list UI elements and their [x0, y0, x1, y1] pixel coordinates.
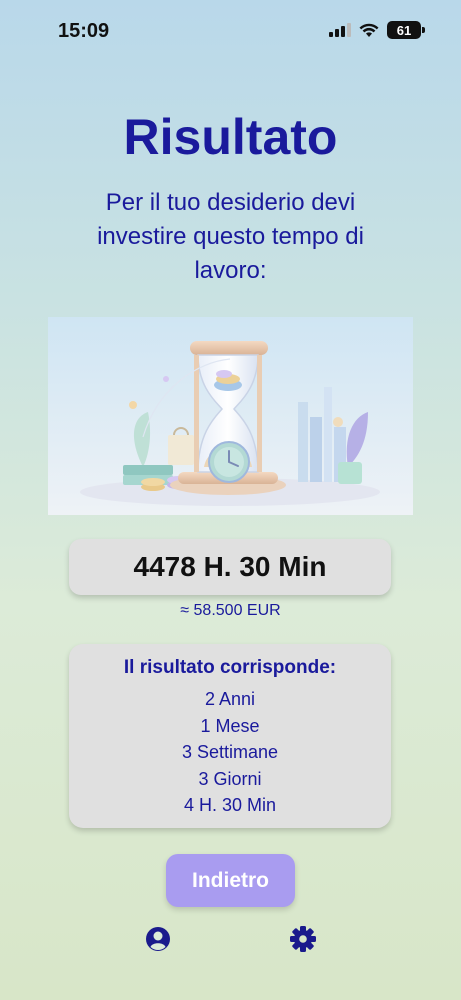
battery-level: 61	[396, 22, 412, 38]
status-time: 15:09	[58, 20, 110, 42]
breakdown-weeks: 3 Settimane	[181, 742, 279, 762]
breakdown-years: 2 Anni	[204, 689, 256, 709]
breakdown-title: Il risultato corrisponde:	[123, 657, 337, 678]
breakdown-card: Il risultato corrisponde: 2 Anni 1 Mese …	[69, 644, 391, 828]
back-button[interactable]: Indietro	[166, 854, 295, 907]
user-profile-icon[interactable]	[145, 926, 171, 952]
cellular-signal-icon	[329, 23, 351, 37]
result-time-value: 4478 H. 30 Min	[133, 551, 327, 582]
status-icons: 61	[329, 21, 425, 39]
breakdown-hours-minutes: 4 H. 30 Min	[183, 795, 277, 815]
page-title: Risultato	[123, 109, 338, 165]
breakdown-months: 1 Mese	[200, 715, 260, 736]
gear-icon[interactable]	[290, 926, 316, 952]
battery-icon: 61	[387, 21, 425, 39]
breakdown-days: 3 Giorni	[198, 768, 262, 789]
wifi-icon	[359, 23, 379, 37]
approx-amount: ≈ 58.500 EUR	[180, 602, 281, 619]
hourglass-illustration	[48, 317, 413, 515]
result-time-card: 4478 H. 30 Min	[69, 539, 391, 595]
status-bar: 15:09 61	[0, 0, 461, 60]
page-subtitle: Per il tuo desiderio devi investire ques…	[97, 189, 364, 284]
